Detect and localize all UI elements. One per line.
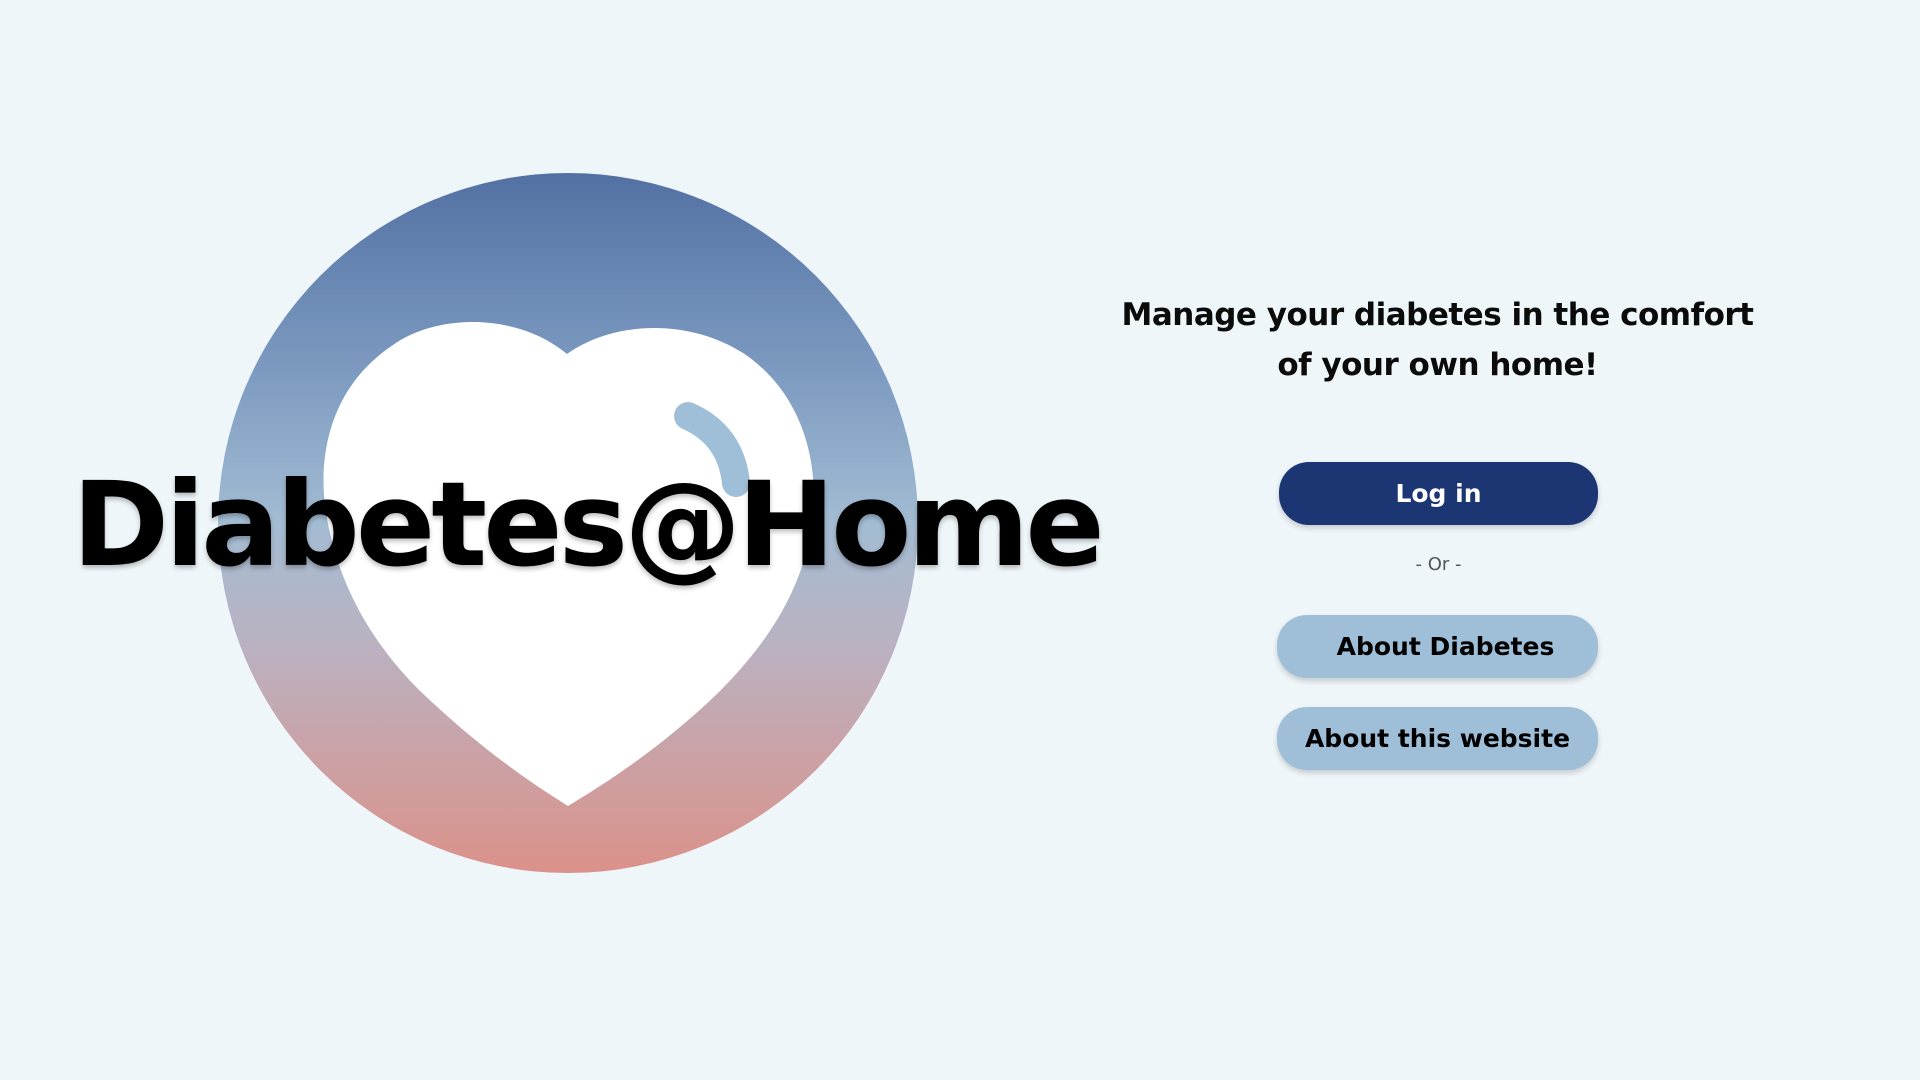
about-website-button[interactable]: About this website [1277,707,1598,770]
login-button[interactable]: Log in [1279,462,1598,525]
tagline: Manage your diabetes in the comfort of y… [1121,297,1754,383]
about-diabetes-label: About Diabetes [1336,632,1555,661]
or-separator: - Or - [1415,554,1462,575]
welcome-panel: Manage your diabetes in the comfort of y… [1100,290,1775,790]
about-diabetes-button[interactable]: About Diabetes [1277,615,1598,678]
brand-title: Diabetes@Home [72,456,1105,593]
